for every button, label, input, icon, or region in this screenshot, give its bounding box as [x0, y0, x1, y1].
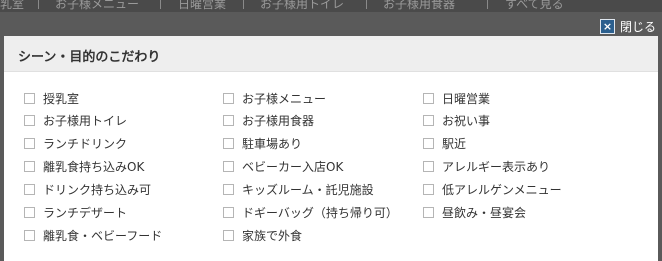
nav-divider [160, 0, 161, 9]
checkbox[interactable] [423, 114, 434, 126]
nav-divider [487, 0, 488, 9]
option-baby-food[interactable]: 離乳食・ベビーフード [24, 227, 162, 243]
checkbox[interactable] [423, 160, 434, 172]
checkbox[interactable] [24, 114, 35, 126]
checkbox[interactable] [223, 114, 234, 126]
checkbox[interactable] [223, 137, 234, 149]
checkbox[interactable] [223, 92, 234, 104]
option-kids-toilet[interactable]: お子様用トイレ [24, 112, 127, 128]
nav-item-see-all: すべて見る [505, 0, 564, 11]
modal-header: シーン・目的のこだわり [4, 36, 658, 72]
checkbox[interactable] [423, 137, 434, 149]
checkbox[interactable] [24, 160, 35, 172]
option-baby-food-ok[interactable]: 離乳食持ち込みOK [24, 158, 144, 174]
checkbox[interactable] [24, 137, 35, 149]
nav-divider [38, 0, 39, 9]
modal-title: シーン・目的のこだわり [18, 50, 161, 65]
filter-modal: シーン・目的のこだわり 授乳室 お子様用トイレ ランチドリンク 離乳食持ち込みO… [4, 36, 658, 261]
nav-divider [243, 0, 244, 9]
option-parking[interactable]: 駐車場あり [223, 135, 302, 151]
background-nav: 乳室 お子様メニュー 日曜営業 お子様用トイレ お子様用食器 すべて見る [0, 0, 662, 12]
option-celebration[interactable]: お祝い事 [423, 112, 490, 128]
option-kids-tableware[interactable]: お子様用食器 [223, 112, 314, 128]
option-sunday-open[interactable]: 日曜営業 [423, 90, 490, 106]
option-family-dining[interactable]: 家族で外食 [223, 227, 302, 243]
option-lunch-drink[interactable]: ランチドリンク [24, 135, 127, 151]
checkbox[interactable] [423, 92, 434, 104]
option-stroller-ok[interactable]: ベビーカー入店OK [223, 158, 343, 174]
checkbox[interactable] [223, 206, 234, 218]
checkbox[interactable] [24, 206, 35, 218]
nav-item-kids-toilet: お子様用トイレ [260, 0, 345, 11]
nav-item-kids-tableware: お子様用食器 [383, 0, 456, 11]
close-button[interactable]: × 閉じる [600, 17, 656, 35]
nav-item-nursing-room: 乳室 [0, 0, 25, 11]
checkbox[interactable] [24, 229, 35, 241]
option-near-station[interactable]: 駅近 [423, 135, 466, 151]
option-bring-drink[interactable]: ドリンク持ち込み可 [24, 181, 151, 197]
option-doggy-bag[interactable]: ドギーバッグ（持ち帰り可） [223, 204, 398, 220]
option-allergy-labels[interactable]: アレルギー表示あり [423, 158, 550, 174]
checkbox[interactable] [223, 183, 234, 195]
option-low-allergen-menu[interactable]: 低アレルゲンメニュー [423, 181, 562, 197]
checkbox[interactable] [24, 183, 35, 195]
checkbox[interactable] [24, 92, 35, 104]
nav-item-sunday-open: 日曜営業 [178, 0, 227, 11]
close-label[interactable]: 閉じる [620, 18, 656, 35]
option-kids-menu[interactable]: お子様メニュー [223, 90, 326, 106]
checkbox[interactable] [223, 160, 234, 172]
option-lunch-dessert[interactable]: ランチデザート [24, 204, 127, 220]
option-nursing-room[interactable]: 授乳室 [24, 90, 79, 106]
nav-item-kids-menu: お子様メニュー [55, 0, 140, 11]
checkbox[interactable] [423, 206, 434, 218]
checkbox[interactable] [223, 229, 234, 241]
option-kids-room[interactable]: キッズルーム・託児施設 [223, 181, 374, 197]
close-x-icon[interactable]: × [600, 18, 615, 34]
option-daytime-drinking[interactable]: 昼飲み・昼宴会 [423, 204, 526, 220]
checkbox[interactable] [423, 183, 434, 195]
nav-divider [366, 0, 367, 9]
